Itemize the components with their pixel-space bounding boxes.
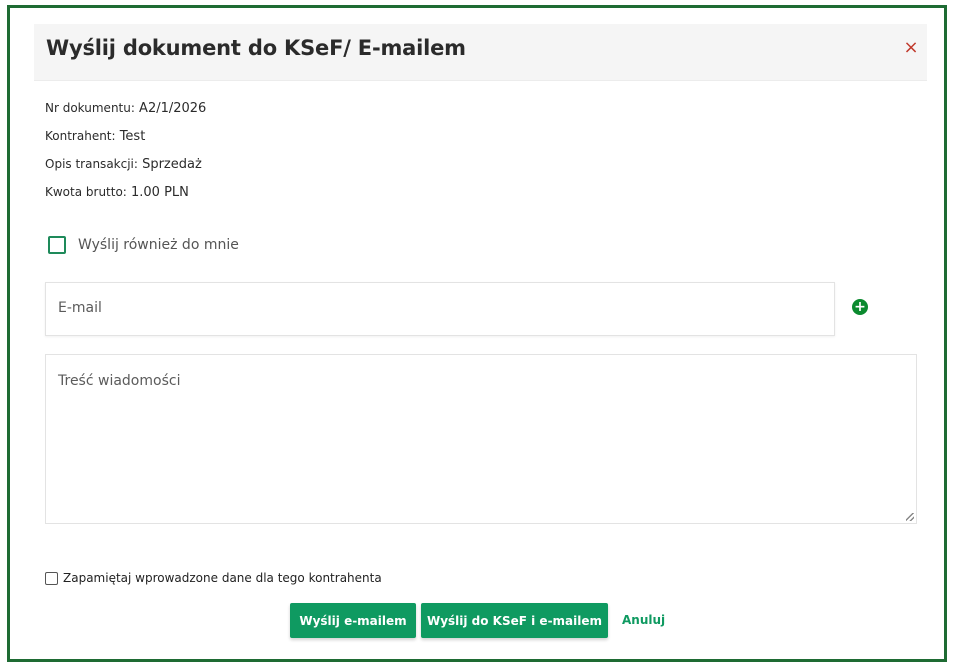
contractor-value: Test	[119, 129, 146, 144]
remember-checkbox[interactable]	[45, 571, 58, 585]
cancel-button[interactable]: Anuluj	[622, 613, 665, 627]
email-field[interactable]: E-mail	[45, 282, 835, 336]
send-to-me-option[interactable]: Wyślij również do mnie	[48, 236, 239, 254]
email-placeholder: E-mail	[58, 300, 102, 316]
send-to-me-checkbox[interactable]	[48, 236, 66, 254]
transaction-description-row: Opis transakcji: Sprzedaż	[45, 157, 202, 172]
document-number-label: Nr dokumentu:	[45, 101, 135, 115]
add-email-icon[interactable]: +	[852, 299, 868, 315]
transaction-description-label: Opis transakcji:	[45, 157, 138, 171]
gross-amount-row: Kwota brutto: 1.00 PLN	[45, 185, 189, 200]
message-placeholder: Treść wiadomości	[58, 373, 181, 389]
contractor-row: Kontrahent: Test	[45, 129, 145, 144]
message-textarea[interactable]: Treść wiadomości	[45, 354, 917, 524]
transaction-description-value: Sprzedaż	[142, 157, 202, 172]
remember-option[interactable]: Zapamiętaj wprowadzone dane dla tego kon…	[45, 571, 382, 585]
document-number-value: A2/1/2026	[139, 101, 207, 116]
dialog-header: Wyślij dokument do KSeF/ E-mailem ×	[34, 24, 927, 81]
send-email-button[interactable]: Wyślij e-mailem	[290, 603, 416, 638]
dialog-title: Wyślij dokument do KSeF/ E-mailem	[46, 36, 466, 60]
send-document-dialog: Wyślij dokument do KSeF/ E-mailem × Nr d…	[7, 5, 947, 662]
close-icon[interactable]: ×	[901, 38, 921, 58]
gross-amount-label: Kwota brutto:	[45, 185, 127, 199]
resize-handle-icon[interactable]	[906, 513, 914, 521]
gross-amount-value: 1.00 PLN	[131, 185, 189, 200]
document-number-row: Nr dokumentu: A2/1/2026	[45, 101, 206, 116]
contractor-label: Kontrahent:	[45, 129, 116, 143]
remember-label: Zapamiętaj wprowadzone dane dla tego kon…	[63, 571, 382, 585]
send-ksef-email-button[interactable]: Wyślij do KSeF i e-mailem	[421, 603, 608, 638]
send-to-me-label: Wyślij również do mnie	[78, 237, 239, 253]
